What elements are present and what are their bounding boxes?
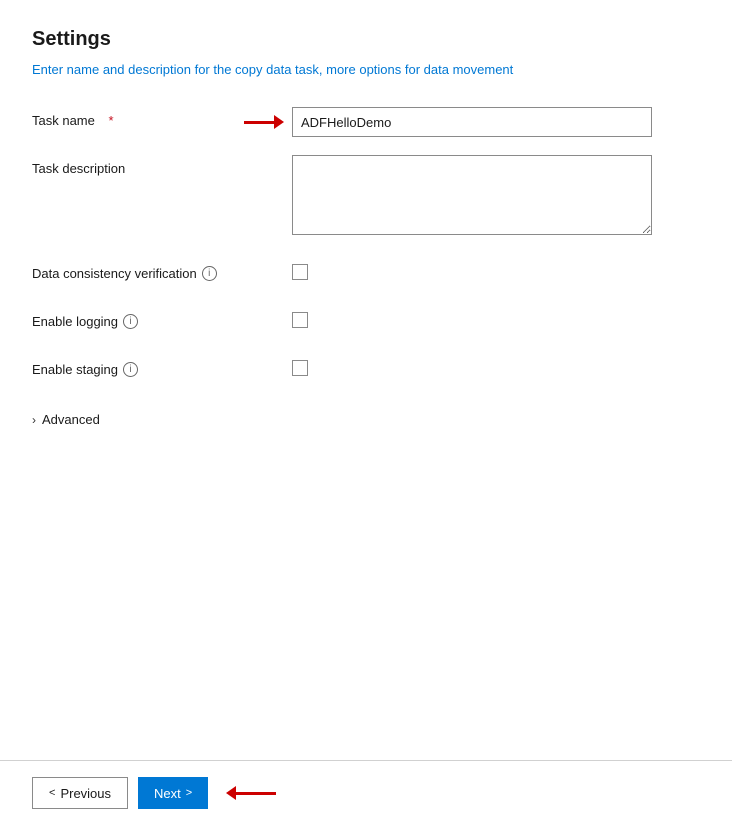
- data-consistency-checkbox[interactable]: [292, 264, 308, 280]
- enable-staging-label: Enable staging i: [32, 356, 292, 377]
- enable-staging-row: Enable staging i: [32, 356, 700, 388]
- task-name-row: Task name *: [32, 107, 700, 139]
- advanced-section[interactable]: › Advanced: [32, 408, 700, 431]
- task-name-control-area: [292, 107, 652, 137]
- advanced-label: Advanced: [42, 412, 100, 427]
- task-name-arrow: [244, 115, 284, 129]
- data-consistency-info-icon: i: [202, 266, 217, 281]
- enable-logging-info-icon: i: [123, 314, 138, 329]
- next-chevron-icon: >: [186, 787, 192, 799]
- enable-staging-checkbox-wrapper: [292, 356, 308, 376]
- task-description-control-area: [292, 155, 652, 240]
- enable-logging-checkbox[interactable]: [292, 312, 308, 328]
- arrow-body: [244, 121, 274, 124]
- previous-chevron-icon: <: [49, 787, 55, 799]
- enable-logging-row: Enable logging i: [32, 308, 700, 340]
- page-container: Settings Enter name and description for …: [0, 0, 732, 825]
- page-title: Settings: [32, 28, 700, 51]
- enable-staging-checkbox[interactable]: [292, 360, 308, 376]
- main-content: Settings Enter name and description for …: [0, 0, 732, 760]
- task-description-textarea[interactable]: [292, 155, 652, 235]
- data-consistency-label: Data consistency verification i: [32, 260, 292, 281]
- required-indicator: *: [109, 113, 114, 128]
- previous-button-label: Previous: [60, 786, 111, 801]
- enable-logging-label: Enable logging i: [32, 308, 292, 329]
- form-section: Task name * Task description: [32, 107, 700, 431]
- next-arrow-indicator: [226, 786, 276, 800]
- task-name-input-row: [292, 107, 652, 137]
- data-consistency-row: Data consistency verification i: [32, 260, 700, 292]
- next-button-label: Next: [154, 786, 181, 801]
- previous-button[interactable]: < Previous: [32, 777, 128, 809]
- task-name-input[interactable]: [292, 107, 652, 137]
- next-arrow-body: [236, 792, 276, 795]
- next-arrow-head: [226, 786, 236, 800]
- enable-logging-checkbox-wrapper: [292, 308, 308, 328]
- page-subtitle: Enter name and description for the copy …: [32, 61, 700, 79]
- task-description-row: Task description: [32, 155, 700, 240]
- footer: < Previous Next >: [0, 761, 732, 825]
- enable-staging-info-icon: i: [123, 362, 138, 377]
- advanced-chevron-icon: ›: [32, 413, 36, 427]
- task-description-label: Task description: [32, 155, 292, 176]
- data-consistency-checkbox-wrapper: [292, 260, 308, 280]
- next-button[interactable]: Next >: [138, 777, 208, 809]
- arrow-head: [274, 115, 284, 129]
